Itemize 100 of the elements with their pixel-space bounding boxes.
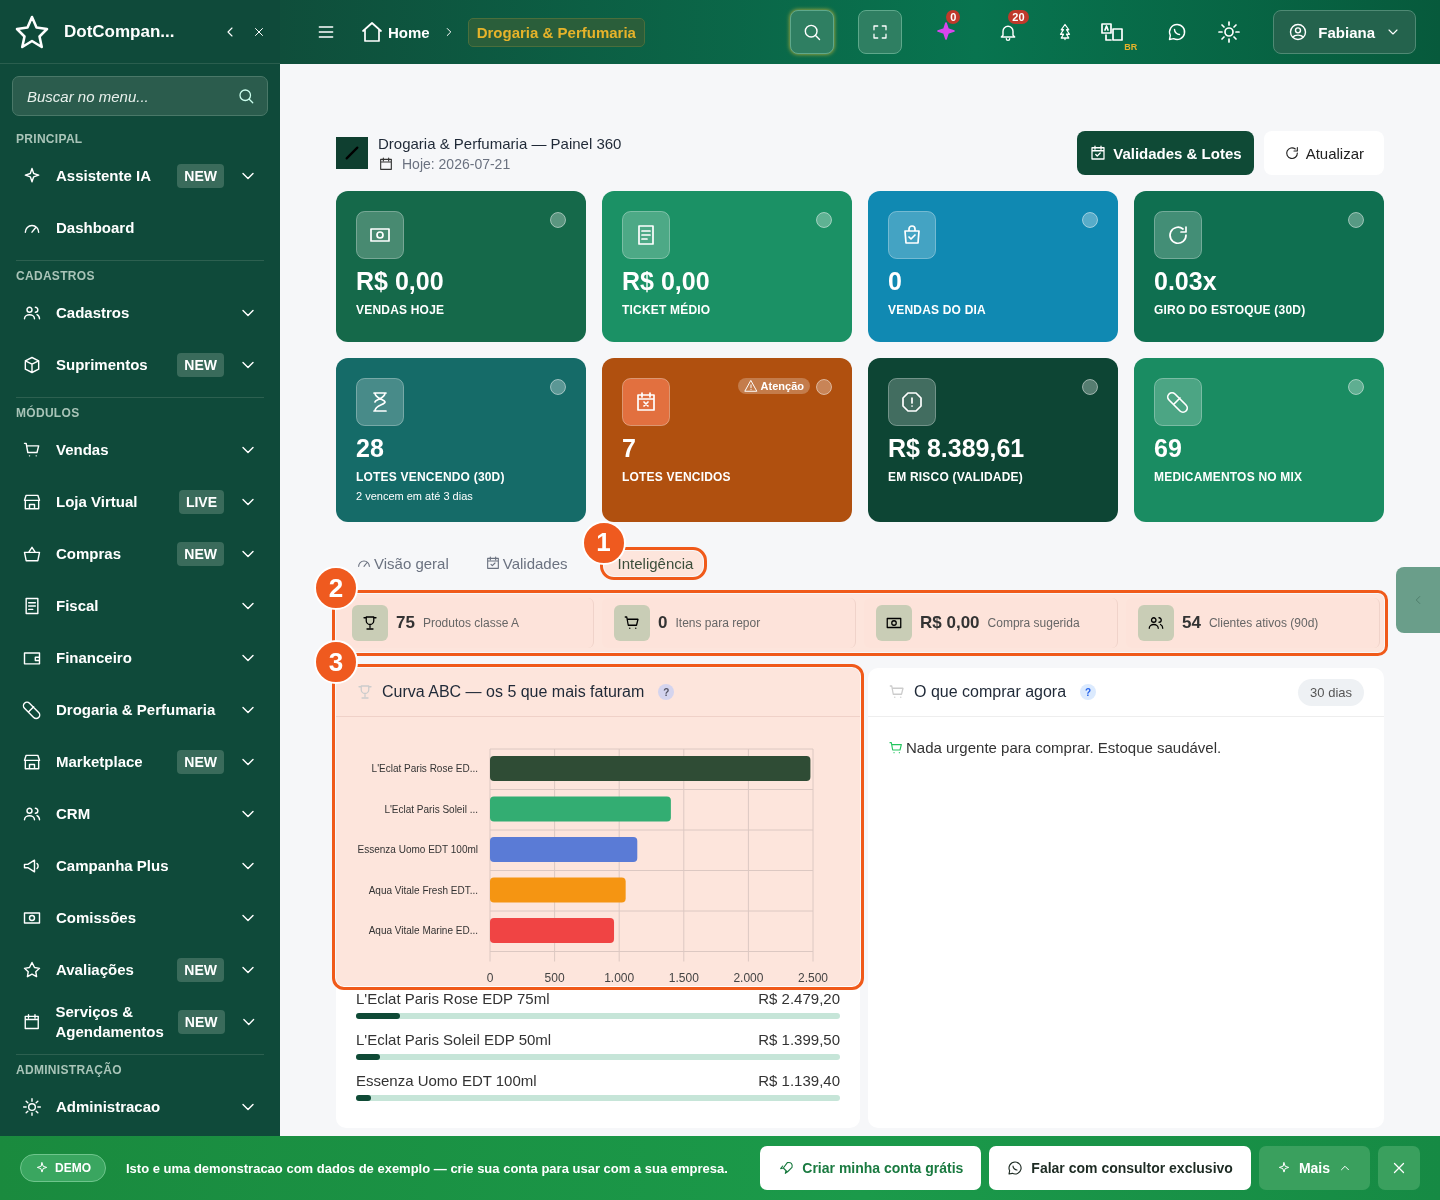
menu-item-icon bbox=[22, 355, 42, 375]
kpi-value: 7 bbox=[622, 434, 637, 463]
consultant-button[interactable]: Falar com consultor exclusivo bbox=[989, 1146, 1251, 1190]
notifications-button[interactable]: 20 bbox=[990, 10, 1027, 54]
sidebar-item[interactable]: Suprimentos NEW bbox=[0, 339, 280, 391]
stat-icon bbox=[1138, 605, 1174, 641]
chat-icon bbox=[1007, 1160, 1024, 1176]
stat-value: 0 bbox=[658, 613, 668, 633]
translate-icon[interactable] bbox=[1100, 20, 1125, 44]
sidebar-item[interactable]: Loja Virtual LIVE bbox=[0, 476, 280, 528]
stat-label: Produtos classe A bbox=[422, 616, 519, 630]
kpi-label: VENDAS DO DIA bbox=[888, 303, 987, 317]
create-account-button[interactable]: Criar minha conta grátis bbox=[760, 1146, 982, 1190]
stat-value: R$ 0,00 bbox=[920, 613, 980, 633]
kpi-icon bbox=[356, 378, 404, 426]
kpi-icon bbox=[622, 378, 670, 426]
tick-label: 0 bbox=[486, 970, 494, 985]
warning-badge: Atenção bbox=[737, 378, 810, 394]
sidebar-item[interactable]: Financeiro bbox=[0, 632, 280, 684]
item-badge: NEW bbox=[177, 1010, 225, 1034]
stat-label: Clientes ativos (90d) bbox=[1208, 616, 1319, 630]
menu-item-icon bbox=[22, 752, 42, 772]
count-badge: 0 bbox=[946, 10, 961, 24]
tick-label: 2.500 bbox=[798, 970, 828, 985]
sidebar-item[interactable]: Administracao bbox=[0, 1081, 280, 1133]
menu-search-field[interactable]: Buscar no menu... bbox=[25, 86, 237, 106]
kpi-icon bbox=[1154, 378, 1202, 426]
fullscreen-button[interactable] bbox=[858, 10, 903, 54]
sidebar-item[interactable]: Comissões bbox=[0, 892, 280, 944]
kpi-note: 2 vencem em até 3 dias bbox=[356, 490, 474, 502]
sidebar-item[interactable]: Fiscal bbox=[0, 580, 280, 632]
sidebar-item[interactable]: CRM bbox=[0, 788, 280, 840]
current-page-chip: Drogaria & Perfumaria bbox=[467, 17, 645, 47]
category-label: L'Eclat Paris Soleil ... bbox=[384, 803, 478, 815]
kpi-label: GIRO DO ESTOQUE (30D) bbox=[1154, 303, 1307, 317]
category-label: Aqua Vitale Marine ED... bbox=[368, 925, 478, 936]
product-name: L'Eclat Paris Rose EDP 75ml bbox=[356, 990, 550, 1007]
menu-search-box[interactable]: Buscar no menu... bbox=[12, 76, 268, 116]
kpi-icon bbox=[888, 378, 936, 426]
stat-icon bbox=[614, 605, 650, 641]
stat-label: Compra sugerida bbox=[987, 616, 1080, 630]
home-icon bbox=[360, 20, 384, 44]
kpi-label: EM RISCO (VALIDADE) bbox=[888, 470, 1024, 484]
product-name: L'Eclat Paris Soleil EDP 50ml bbox=[356, 1031, 552, 1048]
help-badge[interactable]: ? bbox=[1080, 684, 1097, 700]
sparkle-icon bbox=[35, 1161, 49, 1175]
brand-name: DotCompan... bbox=[64, 21, 176, 42]
quick-search-button[interactable] bbox=[790, 10, 835, 54]
tab[interactable]: Visão geral bbox=[356, 550, 449, 576]
date-text: Hoje: 2026-07-21 bbox=[402, 155, 511, 172]
product-revenue: R$ 1.139,40 bbox=[758, 1072, 840, 1089]
kpi-value: R$ 0,00 bbox=[622, 267, 711, 296]
sidebar-item[interactable]: Dashboard bbox=[0, 202, 280, 254]
item-badge: NEW bbox=[177, 958, 224, 982]
stat-icon bbox=[876, 605, 912, 641]
category-label: L'Eclat Paris Rose ED... bbox=[371, 763, 478, 774]
chat-icon[interactable] bbox=[1167, 22, 1188, 42]
side-panel-handle[interactable] bbox=[1396, 567, 1440, 633]
sidebar-item[interactable]: Vendas bbox=[0, 424, 280, 476]
kpi-value: 0.03x bbox=[1154, 267, 1218, 296]
home-link[interactable]: Home bbox=[360, 20, 430, 44]
cart-icon bbox=[888, 683, 906, 701]
menu-item-icon bbox=[22, 1012, 42, 1032]
refresh-button[interactable]: Atualizar bbox=[1263, 131, 1384, 175]
section-heading: ADMINISTRAÇÃO bbox=[16, 1063, 122, 1077]
demo-badge: DEMO bbox=[20, 1154, 106, 1182]
user-menu-button[interactable]: Fabiana bbox=[1273, 10, 1416, 54]
tab[interactable]: Validades bbox=[484, 550, 568, 576]
card-title: Curva ABC — os 5 que mais faturam bbox=[382, 683, 645, 701]
item-badge: LIVE bbox=[178, 490, 224, 514]
stat-icon bbox=[352, 605, 388, 641]
step-marker: 3 bbox=[314, 640, 358, 684]
sidebar-item[interactable]: Campanha Plus bbox=[0, 840, 280, 892]
sidebar-item[interactable]: Marketplace NEW bbox=[0, 736, 280, 788]
sidebar-item[interactable]: Serviços & Agendamentos NEW bbox=[0, 996, 280, 1048]
menu-item-icon bbox=[22, 804, 42, 824]
item-badge: NEW bbox=[177, 164, 224, 188]
kpi-icon bbox=[356, 211, 404, 259]
kpi-value: 0 bbox=[888, 267, 903, 296]
help-badge[interactable]: ? bbox=[658, 684, 675, 700]
sidebar-item[interactable]: Assistente IA NEW bbox=[0, 150, 280, 202]
close-button[interactable] bbox=[1378, 1146, 1420, 1190]
tick-label: 2.000 bbox=[733, 970, 764, 985]
language-code: BR bbox=[1124, 42, 1138, 52]
validity-button[interactable]: Validades & Lotes bbox=[1077, 131, 1254, 175]
product-name: Essenza Uomo EDT 100ml bbox=[356, 1072, 537, 1089]
menu-item-icon bbox=[22, 596, 42, 616]
refresh-icon bbox=[1283, 145, 1300, 161]
ai-sparkle-button[interactable]: 0 bbox=[928, 10, 965, 54]
category-label: Aqua Vitale Fresh EDT... bbox=[368, 884, 478, 896]
kpi-value: 28 bbox=[356, 434, 385, 463]
page-title: Drogaria & Perfumaria — Painel 360 bbox=[378, 134, 622, 152]
sidebar-item[interactable]: Avaliações NEW bbox=[0, 944, 280, 996]
kpi-value: R$ 8.389,61 bbox=[888, 434, 1026, 463]
sidebar-item[interactable]: Drogaria & Perfumaria bbox=[0, 684, 280, 736]
empty-message: Nada urgente para comprar. Estoque saudável. bbox=[906, 739, 1222, 756]
sidebar-item[interactable]: Cadastros bbox=[0, 287, 280, 339]
count-badge: 20 bbox=[1008, 10, 1029, 24]
sidebar-item[interactable]: Compras NEW bbox=[0, 528, 280, 580]
kpi-value: R$ 0,00 bbox=[356, 267, 445, 296]
